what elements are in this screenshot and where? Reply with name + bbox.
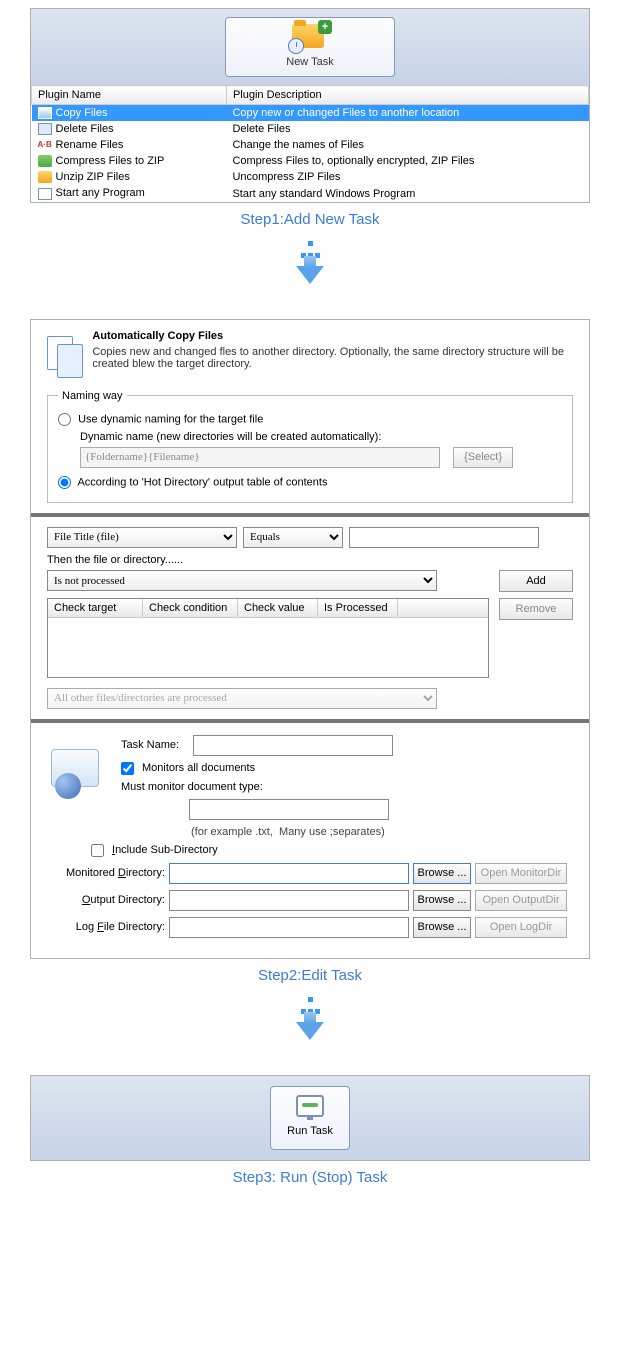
plugin-table: Plugin Name Plugin Description Copy File…: [31, 85, 589, 202]
compress-icon: [38, 155, 52, 167]
program-icon: [38, 188, 52, 200]
table-row[interactable]: Delete Files Delete Files: [32, 121, 589, 137]
step1-caption: Step1:Add New Task: [0, 211, 620, 228]
monitor-icon: [296, 1095, 324, 1117]
task-name-label: Task Name:: [121, 739, 189, 751]
log-dir-input[interactable]: [169, 917, 409, 938]
filter-op-combo[interactable]: Equals: [243, 527, 343, 548]
monitors-all-checkbox[interactable]: [121, 762, 134, 775]
all-other-combo[interactable]: All other files/directories are processe…: [47, 688, 437, 709]
monitored-dir-input[interactable]: [169, 863, 409, 884]
col-plugin-name[interactable]: Plugin Name: [32, 86, 227, 105]
task-name-input[interactable]: [193, 735, 393, 756]
col-check-target: Check target: [48, 599, 143, 617]
copy-desc: Copies new and changed fles to another d…: [92, 346, 573, 370]
filter-value-input[interactable]: [349, 527, 539, 548]
output-dir-input[interactable]: [169, 890, 409, 911]
table-row[interactable]: A·BRename Files Change the names of File…: [32, 137, 589, 153]
table-row[interactable]: Copy Files Copy new or changed Files to …: [32, 105, 589, 122]
select-button[interactable]: {Select}: [453, 447, 513, 468]
unzip-icon: [38, 171, 52, 183]
browse-log-button[interactable]: Browse ...: [413, 917, 471, 938]
table-row[interactable]: Unzip ZIP Files Uncompress ZIP Files: [32, 169, 589, 185]
folder-new-icon: +: [292, 24, 328, 52]
run-task-button[interactable]: Run Task: [270, 1086, 350, 1150]
arrow-icon: [0, 994, 620, 1040]
rename-icon: A·B: [38, 139, 52, 151]
copy-files-icon: [47, 330, 80, 380]
dynamic-name-input[interactable]: [80, 447, 440, 468]
naming-legend: Naming way: [58, 390, 127, 402]
open-monitordir-button[interactable]: Open MonitorDir: [475, 863, 567, 884]
open-logdir-button[interactable]: Open LogDir: [475, 917, 567, 938]
col-plugin-desc[interactable]: Plugin Description: [226, 86, 588, 105]
divider: [31, 719, 589, 723]
copy-icon: [38, 107, 52, 119]
step3-caption: Step3: Run (Stop) Task: [0, 1169, 620, 1186]
must-monitor-label: Must monitor document type:: [121, 781, 263, 793]
radio-dynamic[interactable]: [58, 413, 71, 426]
open-outputdir-button[interactable]: Open OutputDir: [475, 890, 567, 911]
step2-caption: Step2:Edit Task: [0, 967, 620, 984]
step2-panel: Automatically Copy Files Copies new and …: [30, 319, 590, 959]
dynamic-label: Dynamic name (new directories will be cr…: [80, 431, 562, 443]
radio-hotdir[interactable]: [58, 476, 71, 489]
doc-type-input[interactable]: [189, 799, 389, 820]
include-sub-checkbox[interactable]: [91, 844, 104, 857]
copy-title: Automatically Copy Files: [92, 330, 573, 342]
run-task-label: Run Task: [271, 1125, 349, 1137]
remove-button[interactable]: Remove: [499, 598, 573, 620]
monitor-folder-icon: [51, 743, 107, 799]
col-check-cond: Check condition: [143, 599, 238, 617]
naming-fieldset: Naming way Use dynamic naming for the ta…: [47, 390, 573, 503]
new-task-button[interactable]: + New Task: [225, 17, 395, 77]
table-row[interactable]: Start any Program Start any standard Win…: [32, 185, 589, 201]
delete-icon: [38, 123, 52, 135]
rule-list[interactable]: Check target Check condition Check value…: [47, 598, 489, 678]
col-is-processed: Is Processed: [318, 599, 398, 617]
step1-panel: + New Task Plugin Name Plugin Descriptio…: [30, 8, 590, 203]
example-hint: (for example .txt, Many use ;separates): [191, 826, 385, 838]
step3-panel: Run Task: [30, 1075, 590, 1161]
then-label: Then the file or directory......: [47, 554, 573, 566]
browse-output-button[interactable]: Browse ...: [413, 890, 471, 911]
filter-field-combo[interactable]: File Title (file): [47, 527, 237, 548]
table-row[interactable]: Compress Files to ZIP Compress Files to,…: [32, 153, 589, 169]
divider: [31, 513, 589, 517]
add-button[interactable]: Add: [499, 570, 573, 592]
new-task-area: + New Task: [31, 9, 589, 85]
new-task-label: New Task: [226, 56, 394, 68]
col-check-val: Check value: [238, 599, 318, 617]
browse-monitored-button[interactable]: Browse ...: [413, 863, 471, 884]
arrow-icon: [0, 238, 620, 284]
then-action-combo[interactable]: Is not processed: [47, 570, 437, 591]
